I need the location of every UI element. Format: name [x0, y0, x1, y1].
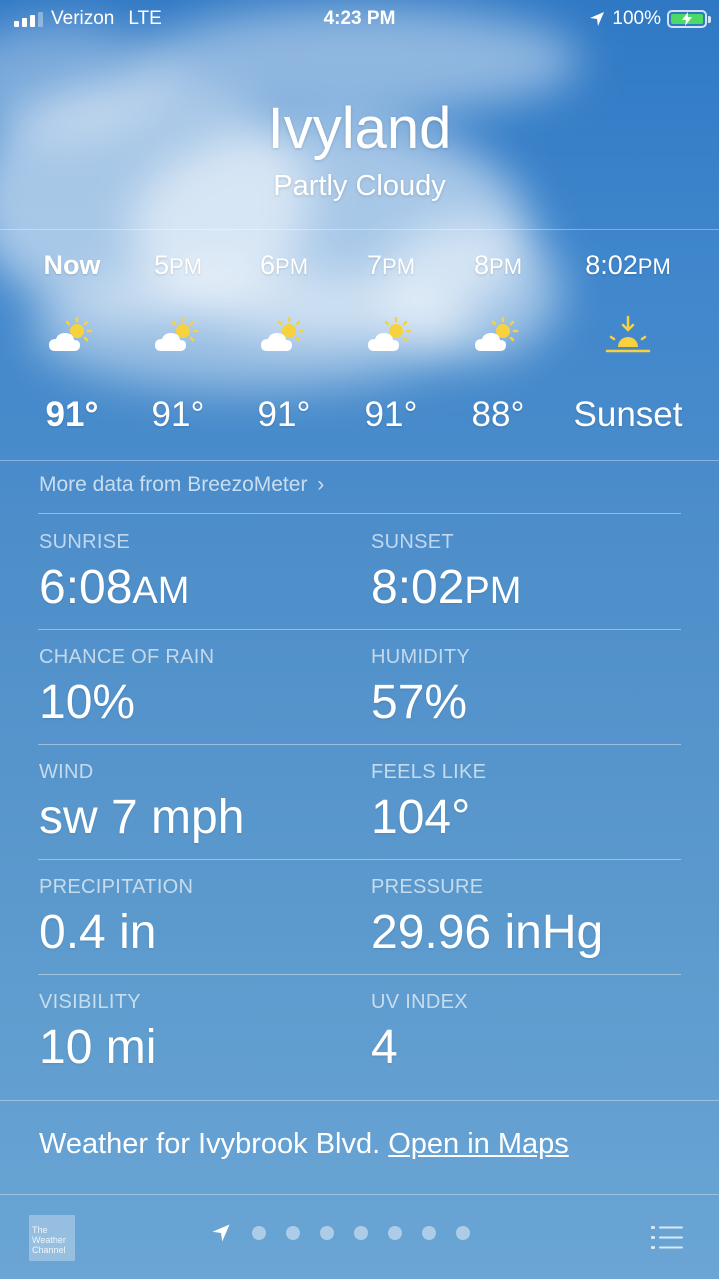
sunset-value: 8:02PM	[371, 561, 522, 614]
humidity-value: 57%	[371, 676, 468, 729]
partly-cloudy-icon	[49, 316, 93, 351]
partly-cloudy-icon	[155, 316, 199, 351]
hour-time: 6PM	[259, 250, 309, 280]
wind-value: sw 7 mph	[39, 791, 245, 844]
divider	[0, 1194, 719, 1195]
humidity-label: HUMIDITY	[371, 646, 471, 668]
hour-temp: Sunset	[573, 395, 683, 434]
weather-for-text: Weather for Ivybrook Blvd.	[39, 1128, 381, 1160]
sunset-label: SUNSET	[371, 531, 454, 553]
hourly-forecast[interactable]: Now 91° 5PM 91° 6PM 91° 7PM 91° 8PM 88° …	[0, 230, 719, 460]
page-dot[interactable]	[388, 1226, 402, 1240]
hour-temp: 91°	[364, 395, 418, 434]
wind-label: WIND	[39, 761, 94, 783]
hour-time: Now	[43, 250, 101, 280]
hour-time: 8PM	[473, 250, 523, 280]
breezometer-link[interactable]: More data from BreezoMeter ›	[39, 473, 324, 497]
chance-of-rain-label: CHANCE OF RAIN	[39, 646, 215, 668]
divider	[38, 744, 681, 745]
page-dot[interactable]	[252, 1226, 266, 1240]
partly-cloudy-icon	[368, 316, 412, 351]
sunrise-value: 6:08AM	[39, 561, 190, 614]
battery-percent: 100%	[612, 8, 661, 29]
hour-temp: 91°	[257, 395, 311, 434]
hour-time: 8:02PM	[585, 250, 671, 280]
precipitation-value: 0.4 in	[39, 906, 157, 959]
precipitation-label: PRECIPITATION	[39, 876, 194, 898]
location-arrow-icon	[590, 12, 605, 26]
visibility-label: VISIBILITY	[39, 991, 141, 1013]
feels-like-label: FEELS LIKE	[371, 761, 487, 783]
page-indicator[interactable]	[210, 1222, 470, 1244]
location-arrow-icon	[212, 1224, 230, 1242]
hour-temp: 91°	[151, 395, 205, 434]
chance-of-rain-value: 10%	[39, 676, 136, 729]
divider	[0, 1100, 719, 1101]
chevron-right-icon: ›	[317, 473, 325, 496]
uv-index-label: UV INDEX	[371, 991, 468, 1013]
hour-temp: 88°	[471, 395, 525, 434]
hour-temp: 91°	[45, 395, 99, 434]
status-bar: Verizon LTE 4:23 PM 100%	[0, 0, 719, 40]
page-dot[interactable]	[286, 1226, 300, 1240]
divider	[38, 513, 681, 514]
page-dot[interactable]	[320, 1226, 334, 1240]
hour-time: 5PM	[153, 250, 203, 280]
pressure-value: 29.96 inHg	[371, 906, 604, 959]
uv-index-value: 4	[371, 1021, 398, 1074]
divider	[38, 629, 681, 630]
weather-location-footer: Weather for Ivybrook Blvd. Open in Maps	[39, 1128, 569, 1161]
divider	[0, 460, 719, 461]
open-in-maps-link[interactable]: Open in Maps	[388, 1128, 569, 1160]
page-dot[interactable]	[354, 1226, 368, 1240]
sunset-icon	[605, 315, 651, 353]
divider	[38, 974, 681, 975]
weather-channel-logo[interactable]: The Weather Channel	[29, 1215, 75, 1261]
page-dot[interactable]	[422, 1226, 436, 1240]
sunrise-label: SUNRISE	[39, 531, 131, 553]
city-name: Ivyland	[267, 96, 452, 161]
current-condition: Partly Cloudy	[273, 170, 446, 202]
list-icon[interactable]	[651, 1225, 683, 1251]
breezometer-link-label: More data from BreezoMeter	[39, 473, 308, 496]
divider	[38, 859, 681, 860]
partly-cloudy-icon	[261, 316, 305, 351]
hour-time: 7PM	[366, 250, 416, 280]
partly-cloudy-icon	[475, 316, 519, 351]
battery-charging-icon	[667, 10, 711, 28]
visibility-value: 10 mi	[39, 1021, 157, 1074]
pressure-label: PRESSURE	[371, 876, 484, 898]
page-dot[interactable]	[456, 1226, 470, 1240]
feels-like-value: 104°	[371, 791, 471, 844]
